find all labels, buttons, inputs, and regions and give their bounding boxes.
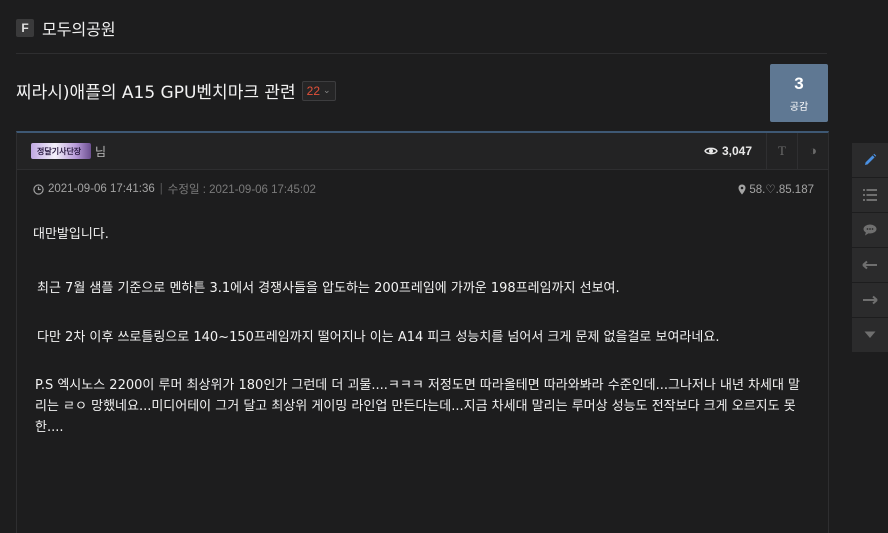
arrow-right-icon	[863, 295, 878, 305]
content-paragraph: P.S 엑시노스 2200이 루머 최상위가 180인가 그런데 더 괴물...…	[35, 378, 801, 435]
meta-separator: |	[159, 183, 163, 195]
pencil-icon	[865, 153, 877, 165]
like-count: 3	[794, 73, 804, 93]
post-date: 2021-09-06 17:41:36	[48, 183, 155, 195]
author-avatar[interactable]: 정달기사단장	[31, 143, 91, 159]
author-suffix: 님	[95, 144, 107, 159]
content-paragraph: 다만 2차 이후 쓰로틀링으로 140~150프레임까지 떨어지나 이는 A14…	[37, 330, 720, 345]
ip-value: 58.♡.85.187	[749, 184, 814, 196]
post-edited-date: 수정일 : 2021-09-06 17:45:02	[167, 184, 316, 196]
clock-icon	[33, 183, 44, 195]
scroll-down-button[interactable]	[852, 318, 888, 353]
location-pin-icon	[738, 184, 746, 194]
top-divider	[16, 53, 827, 54]
board-name[interactable]: 모두의공원	[42, 16, 116, 40]
theme-toggle-button[interactable]: ◑	[797, 133, 828, 169]
comment-count-button[interactable]: 22 ⌄	[301, 80, 336, 101]
chevron-down-icon: ⌄	[323, 85, 331, 95]
view-count-value: 3,047	[721, 144, 752, 158]
post-card: 정달기사단장 님 3,047 T ◑ 2021-09-06 17:41:36 |…	[16, 131, 829, 533]
view-count: 3,047	[704, 144, 766, 158]
content-paragraph: 대만발입니다.	[33, 227, 109, 242]
post-title: 찌라시)애플의 A15 GPU벤치마크 관련	[16, 83, 296, 103]
prev-post-button[interactable]	[852, 248, 888, 283]
side-toolbar	[852, 143, 888, 353]
post-title-row: 찌라시)애플의 A15 GPU벤치마크 관련 22 ⌄	[16, 78, 336, 103]
eye-icon	[704, 147, 718, 155]
contrast-icon: ◑	[809, 143, 817, 158]
comment-button[interactable]	[852, 213, 888, 248]
like-button[interactable]: 3 공감	[770, 64, 828, 122]
board-header: F 모두의공원	[16, 16, 116, 40]
next-post-button[interactable]	[852, 283, 888, 318]
comment-count: 22	[306, 83, 321, 98]
board-badge: F	[16, 19, 34, 37]
post-meta: 2021-09-06 17:41:36 | 수정일 : 2021-09-06 1…	[17, 170, 828, 208]
font-size-icon: T	[778, 143, 786, 158]
list-icon	[863, 189, 877, 201]
write-button[interactable]	[852, 143, 888, 178]
author-ip: 58.♡.85.187	[738, 170, 814, 208]
caret-down-icon	[864, 331, 876, 338]
arrow-left-icon	[862, 260, 877, 270]
author-nickname: 정달기사단장	[37, 146, 82, 156]
post-tools: 3,047 T ◑	[704, 133, 828, 169]
content-paragraph: 최근 7월 샘플 기준으로 멘하튼 3.1에서 경쟁사들을 압도하는 200프레…	[37, 281, 620, 296]
list-button[interactable]	[852, 178, 888, 213]
author-bar: 정달기사단장 님 3,047 T ◑	[17, 133, 828, 170]
post-content: 대만발입니다. 최근 7월 샘플 기준으로 멘하튼 3.1에서 경쟁사들을 압도…	[17, 208, 828, 438]
comment-icon	[863, 224, 877, 236]
like-label: 공감	[789, 101, 809, 113]
font-size-button[interactable]: T	[766, 133, 797, 169]
